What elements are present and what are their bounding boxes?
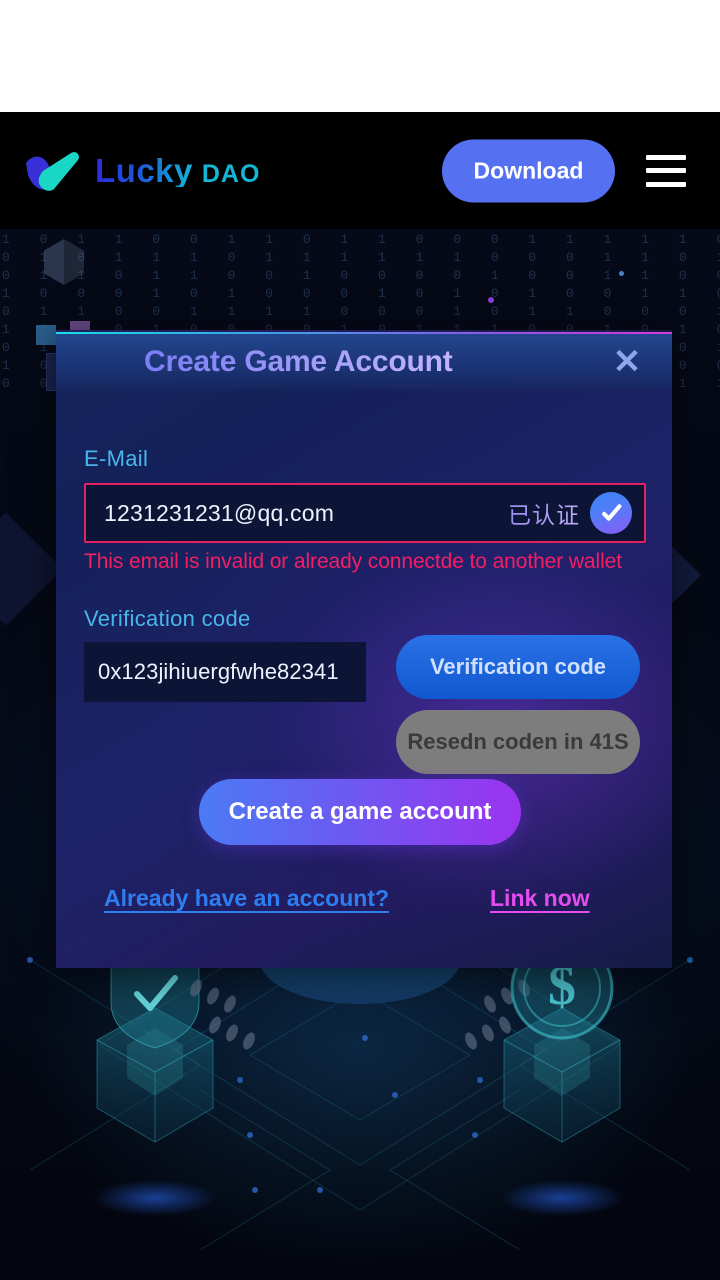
hamburger-menu-icon[interactable] — [646, 154, 686, 187]
verification-code-field-wrapper[interactable] — [84, 642, 366, 702]
create-game-account-button[interactable]: Create a game account — [199, 779, 521, 845]
brand-name-primary: Lucky — [95, 152, 193, 189]
email-verified-status: 已认证 — [508, 492, 632, 534]
browser-blank-strip — [0, 0, 720, 112]
email-field-wrapper[interactable]: 已认证 — [84, 483, 646, 543]
create-game-account-modal: Create Game Account ✕ E-Mail 已认证 This em… — [56, 330, 672, 968]
verified-check-badge-icon — [590, 492, 632, 534]
brand-logo[interactable]: Lucky DAO — [24, 150, 260, 192]
site-header: Lucky DAO Download — [0, 112, 720, 229]
download-button[interactable]: Download — [442, 139, 615, 202]
email-error-message: This email is invalid or already connect… — [84, 550, 622, 573]
hamburger-bar — [646, 154, 686, 160]
verification-code-label: Verification code — [84, 606, 251, 631]
brand-wordmark: Lucky DAO — [95, 154, 260, 187]
verification-code-input[interactable] — [98, 659, 352, 685]
hamburger-bar — [646, 168, 686, 173]
diamond-decoration-left — [0, 512, 63, 626]
send-verification-code-button[interactable]: Verification code — [396, 635, 640, 699]
resend-code-countdown-button: Resedn coden in 41S — [396, 710, 640, 774]
check-swoosh-icon — [26, 151, 79, 191]
close-icon[interactable]: ✕ — [604, 334, 650, 390]
modal-title: Create Game Account — [144, 334, 453, 390]
dot-decoration — [488, 297, 494, 303]
already-have-account-link[interactable]: Already have an account? — [104, 885, 389, 912]
hamburger-bar — [646, 181, 686, 187]
email-input[interactable] — [104, 499, 508, 527]
verified-label: 已认证 — [508, 496, 580, 530]
square-decoration-blue — [36, 325, 56, 345]
brand-name-secondary: DAO — [201, 160, 261, 188]
link-now-link[interactable]: Link now — [490, 885, 590, 912]
modal-footer-links: Already have an account? Link now — [56, 885, 672, 925]
email-label: E-Mail — [84, 446, 149, 471]
dot-decoration — [619, 271, 624, 276]
app-root: Lucky DAO Download 1 0 1 1 0 0 1 1 0 1 1… — [0, 0, 720, 1280]
modal-body: E-Mail 已认证 This email is invalid or alre… — [56, 390, 672, 968]
